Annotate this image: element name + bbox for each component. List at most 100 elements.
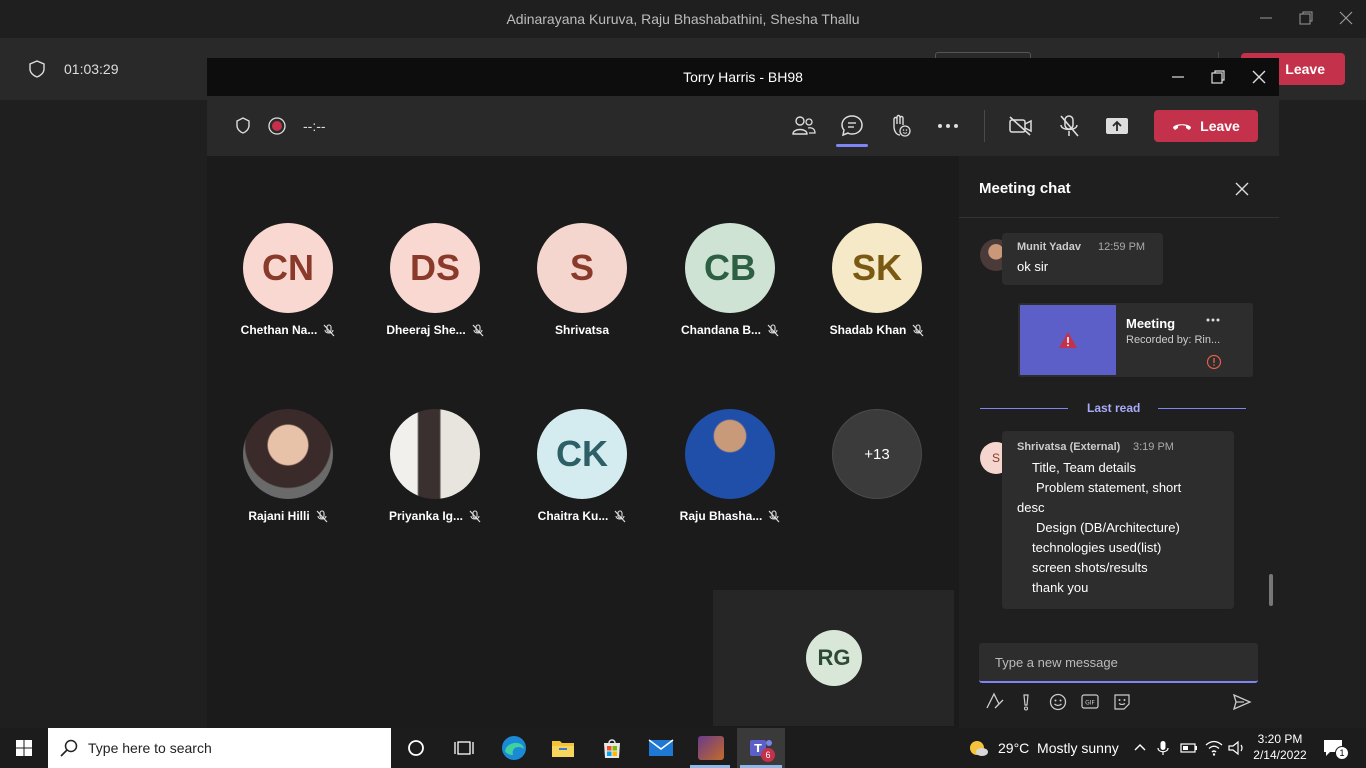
error-icon bbox=[1206, 354, 1222, 370]
participant-name: Dheeraj She... bbox=[386, 323, 466, 337]
more-options-icon[interactable] bbox=[1206, 318, 1220, 322]
chat-icon[interactable] bbox=[835, 112, 869, 140]
battery-icon[interactable] bbox=[1180, 742, 1198, 754]
shield-icon bbox=[235, 117, 251, 134]
weather-sunny-icon[interactable] bbox=[967, 738, 989, 758]
restore-icon[interactable] bbox=[1210, 69, 1226, 85]
weather-text[interactable]: 29°C Mostly sunny bbox=[998, 740, 1119, 756]
people-icon[interactable] bbox=[788, 112, 820, 140]
camera-off-icon[interactable] bbox=[1004, 112, 1038, 140]
chevron-up-icon[interactable] bbox=[1133, 741, 1147, 753]
minimize-icon[interactable] bbox=[1258, 10, 1274, 26]
app-icon[interactable] bbox=[687, 728, 735, 768]
recording-title: Meeting bbox=[1126, 316, 1176, 331]
share-screen-icon[interactable] bbox=[1101, 112, 1133, 140]
message-line: desc bbox=[1017, 500, 1045, 515]
reactions-icon[interactable] bbox=[884, 112, 916, 140]
chat-header: Meeting chat bbox=[979, 180, 1071, 197]
mic-muted-icon bbox=[472, 323, 484, 337]
participant-tile[interactable]: CN Chethan Na... bbox=[228, 223, 348, 363]
microphone-icon[interactable] bbox=[1157, 740, 1169, 756]
participant-tile[interactable]: SK Shadab Khan bbox=[817, 223, 937, 363]
message-line: technologies used(list) bbox=[1032, 540, 1162, 555]
meeting-chat-panel: Meeting chat Munit Yadav 12:59 PM ok sir… bbox=[959, 156, 1279, 728]
message-text: ok sir bbox=[1017, 259, 1049, 274]
meeting-window-titlebar: Torry Harris - BH98 bbox=[207, 58, 1279, 96]
message-line: thank you bbox=[1032, 580, 1089, 595]
avatar: CB bbox=[685, 223, 775, 313]
participant-tile[interactable]: CK Chaitra Ku... bbox=[522, 409, 642, 549]
message-time: 12:59 PM bbox=[1098, 241, 1146, 253]
recording-thumbnail bbox=[1020, 305, 1116, 375]
more-participants-count: +13 bbox=[832, 409, 922, 499]
gif-icon[interactable]: GIF bbox=[1081, 694, 1099, 709]
microsoft-store-icon[interactable] bbox=[588, 728, 636, 768]
participant-name: Chaitra Ku... bbox=[537, 509, 609, 523]
leave-button[interactable]: Leave bbox=[1154, 110, 1258, 142]
teams-badge: 6 bbox=[761, 748, 775, 762]
avatar: CK bbox=[537, 409, 627, 499]
message-author: Shrivatsa (External) bbox=[1017, 441, 1121, 453]
taskbar-search-box[interactable]: Type here to search bbox=[48, 728, 391, 768]
minimize-icon[interactable] bbox=[1170, 69, 1186, 85]
send-icon[interactable] bbox=[1232, 693, 1252, 711]
cortana-icon[interactable] bbox=[392, 728, 440, 768]
divider bbox=[984, 110, 985, 142]
important-icon[interactable] bbox=[1021, 693, 1031, 711]
edge-browser-icon[interactable] bbox=[490, 728, 538, 768]
mic-muted-icon bbox=[469, 509, 481, 523]
sticker-icon[interactable] bbox=[1113, 693, 1131, 711]
participant-tile[interactable]: DS Dheeraj She... bbox=[375, 223, 495, 363]
clock-date: 2/14/2022 bbox=[1253, 748, 1307, 762]
message-input[interactable]: Type a new message bbox=[979, 643, 1258, 683]
participant-tile[interactable]: Priyanka Ig... bbox=[375, 409, 495, 549]
participant-name-row: Dheeraj She... bbox=[375, 323, 495, 337]
message-line: screen shots/results bbox=[1032, 560, 1148, 575]
chat-message: Shrivatsa (External) 3:19 PM Title, Team… bbox=[1002, 431, 1234, 609]
close-icon[interactable] bbox=[1338, 10, 1354, 26]
close-icon[interactable] bbox=[1251, 69, 1267, 85]
overflow-tile[interactable]: +13 bbox=[817, 409, 937, 549]
message-time: 3:19 PM bbox=[1133, 441, 1174, 453]
phone-hangup-icon bbox=[1172, 121, 1192, 131]
file-explorer-icon[interactable] bbox=[539, 728, 587, 768]
participant-stage: CN Chethan Na... DS Dheeraj She... S Shr… bbox=[207, 156, 957, 728]
restore-icon[interactable] bbox=[1298, 10, 1314, 26]
teams-icon[interactable]: T 6 bbox=[737, 728, 785, 768]
avatar-photo bbox=[243, 409, 333, 499]
last-read-line bbox=[1158, 408, 1246, 409]
shield-icon bbox=[28, 60, 46, 78]
volume-icon[interactable] bbox=[1228, 740, 1246, 756]
mic-muted-icon bbox=[323, 323, 335, 337]
meeting-title: Torry Harris - BH98 bbox=[683, 69, 803, 85]
participant-tile[interactable]: S Shrivatsa bbox=[522, 223, 642, 363]
emoji-icon[interactable] bbox=[1049, 693, 1067, 711]
participant-tile[interactable]: Raju Bhasha... bbox=[670, 409, 790, 549]
format-icon[interactable] bbox=[985, 692, 1005, 710]
chat-scrollbar[interactable] bbox=[1269, 574, 1273, 606]
close-icon[interactable] bbox=[1235, 182, 1249, 196]
meeting-timer: 01:03:29 bbox=[64, 61, 119, 77]
search-icon bbox=[60, 739, 78, 757]
mic-muted-icon bbox=[912, 323, 924, 337]
task-view-icon[interactable] bbox=[440, 728, 488, 768]
message-line: Design (DB/Architecture) bbox=[1036, 520, 1180, 535]
notifications-icon[interactable]: 1 bbox=[1322, 738, 1349, 760]
leave-label: Leave bbox=[1285, 61, 1325, 77]
more-options-icon[interactable] bbox=[932, 112, 964, 140]
mail-icon[interactable] bbox=[637, 728, 685, 768]
participant-name-row: Rajani Hilli bbox=[228, 509, 348, 523]
taskbar-clock[interactable]: 3:20 PM 2/14/2022 bbox=[1253, 731, 1307, 763]
recording-card[interactable]: Meeting Recorded by: Rin... bbox=[1018, 303, 1253, 377]
last-read-line bbox=[980, 408, 1068, 409]
windows-start-icon[interactable] bbox=[0, 728, 48, 768]
meeting-window: Torry Harris - BH98 --:-- Leave CN Cheth… bbox=[207, 58, 1279, 728]
self-view: RG bbox=[713, 590, 954, 726]
participant-tile[interactable]: CB Chandana B... bbox=[670, 223, 790, 363]
message-input-placeholder: Type a new message bbox=[995, 655, 1118, 670]
participant-tile[interactable]: Rajani Hilli bbox=[228, 409, 348, 549]
wifi-icon[interactable] bbox=[1205, 740, 1223, 756]
mic-off-icon[interactable] bbox=[1053, 112, 1085, 140]
chat-message: Munit Yadav 12:59 PM ok sir bbox=[1002, 233, 1163, 285]
participant-name: Raju Bhasha... bbox=[679, 509, 763, 523]
